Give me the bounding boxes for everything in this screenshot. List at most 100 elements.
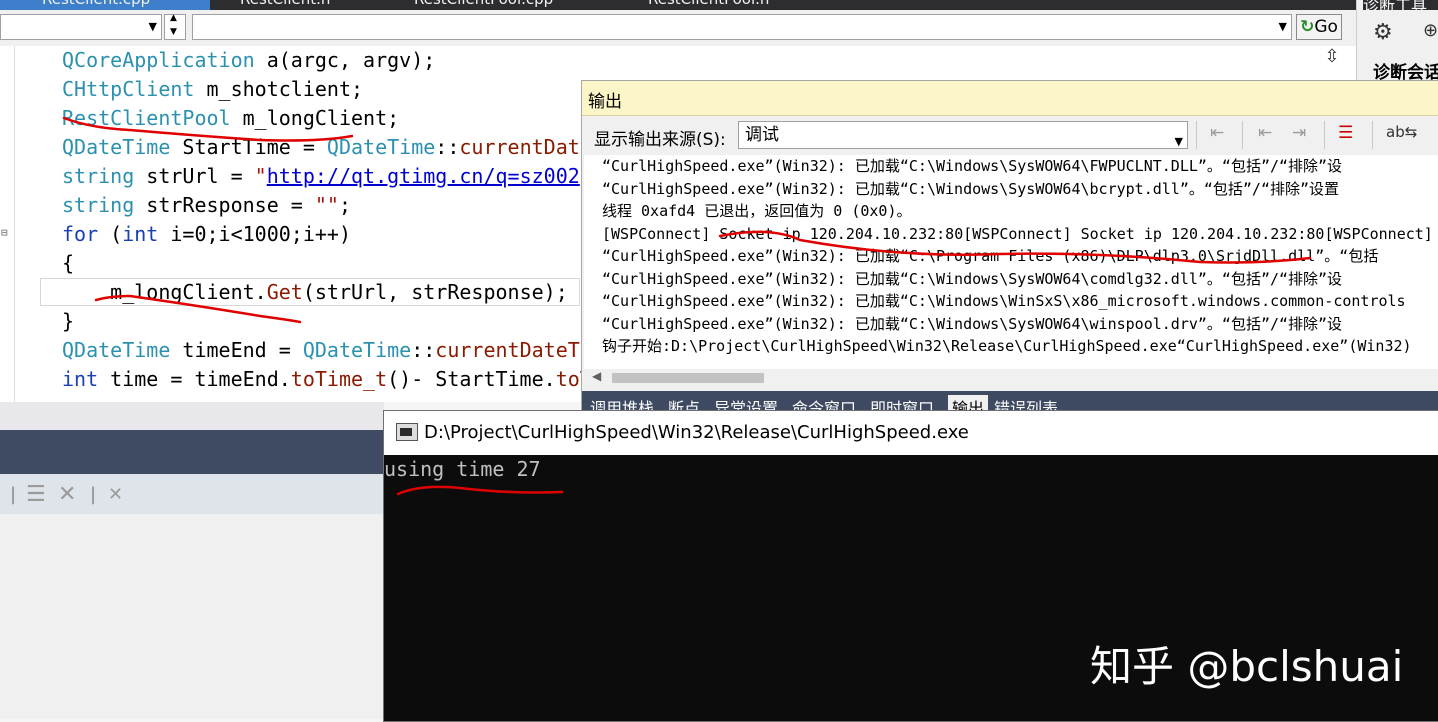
output-source-value: 调试 — [745, 125, 779, 145]
output-window: 输出 显示输出来源(S): 调试 ▼ ⇤ ⇤ ⇥ ☰ ab⇆ “CurlHighS… — [581, 80, 1438, 413]
separator: | — [90, 484, 97, 505]
code-token: currentDateTi — [435, 338, 592, 362]
collapse-icon[interactable]: ⊟ — [1, 226, 8, 239]
output-line: 钩子开始:D:\Project\CurlHighSpeed\Win32\Rele… — [602, 337, 1412, 355]
code-token: a(argc, argv); — [254, 48, 436, 72]
horizontal-scrollbar[interactable]: ◀ — [584, 369, 1438, 387]
code-line: string strResponse = ""; — [62, 191, 351, 220]
scrollbar-thumb[interactable] — [612, 373, 764, 383]
output-line: “CurlHighSpeed.exe”(Win32): 已加载“C:\Windo… — [602, 269, 1343, 288]
console-window: D:\Project\CurlHighSpeed\Win32\Release\C… — [383, 410, 1438, 722]
code-token: strResponse = — [134, 193, 315, 217]
editor-margin: ⊟ — [0, 46, 15, 402]
tab-restclient-h[interactable]: RestClient.h — [240, 0, 330, 8]
code-token: "" — [314, 193, 339, 217]
code-line: string strUrl = "http://qt.gtimg.cn/q=sz… — [62, 162, 580, 191]
code-token: time = timeEnd. — [98, 367, 291, 391]
code-token: :: — [411, 338, 436, 362]
clear-all-icon[interactable]: ☰ — [1338, 123, 1353, 143]
code-token: QDateTime — [62, 135, 171, 159]
output-line: “CurlHighSpeed.exe”(Win32): 已加载“C:\Windo… — [602, 292, 1406, 310]
code-token: m_shotclient; — [194, 77, 364, 101]
console-app-icon — [396, 423, 418, 441]
scroll-left-icon[interactable]: ◀ — [592, 369, 601, 383]
separator: | — [10, 484, 17, 505]
watermark: 知乎 @bclshuai — [1090, 642, 1404, 691]
chevron-down-icon: ▼ — [1278, 20, 1287, 33]
separator — [1242, 121, 1243, 149]
tab-restclientpool-cpp[interactable]: RestClientPool.cpp — [414, 0, 553, 8]
code-line: int time = timeEnd.toTime_t()- StartTime… — [62, 365, 592, 394]
code-token: ; — [338, 193, 352, 217]
previous-message-icon[interactable]: ⇤ — [1258, 123, 1272, 143]
code-line: RestClientPool m_longClient; — [62, 104, 399, 133]
arrow-down-icon: ▼ — [170, 27, 177, 37]
console-title: D:\Project\CurlHighSpeed\Win32\Release\C… — [424, 422, 969, 443]
find-message-icon[interactable]: ⇤ — [1210, 123, 1224, 143]
gear-icon[interactable]: ⚙ — [1373, 20, 1393, 45]
split-view-icon[interactable]: ⇳ — [1320, 46, 1344, 70]
code-token: QDateTime — [62, 338, 171, 362]
code-token: ()- StartTime. — [387, 367, 556, 391]
code-line: QDateTime StartTime = QDateTime::current… — [62, 133, 592, 162]
word-wrap-icon[interactable]: ab⇆ — [1386, 123, 1417, 141]
output-source-label: 显示输出来源(S): — [594, 130, 726, 150]
console-title-bar[interactable]: D:\Project\CurlHighSpeed\Win32\Release\C… — [384, 411, 1438, 455]
panel-title: 诊断工具 — [1363, 0, 1438, 10]
output-line: 线程 0xafd4 已退出，返回值为 0 (0x0)。 — [602, 202, 912, 220]
code-token: int — [62, 367, 99, 391]
arrow-up-icon: ▲ — [170, 13, 177, 23]
code-line: { — [62, 249, 74, 278]
lower-panel-strip — [0, 402, 384, 430]
document-tab-strip: RestClient.cpp RestClient.h RestClientPo… — [0, 0, 1356, 10]
code-token: } — [62, 309, 75, 333]
output-text-area[interactable]: “CurlHighSpeed.exe”(Win32): 已加载“C:\Windo… — [584, 155, 1438, 369]
code-token: toTime_t — [290, 367, 388, 391]
code-token: string — [62, 193, 135, 217]
code-token: RestClientPool — [62, 106, 231, 130]
code-token: CHttpClient — [62, 77, 195, 101]
separator — [1196, 121, 1197, 149]
code-token: { — [62, 251, 75, 275]
code-token: m_longClient. — [62, 280, 267, 304]
go-button[interactable]: ↻Go — [1296, 14, 1342, 40]
code-token: string — [62, 164, 135, 188]
chevron-down-icon: ▼ — [1174, 135, 1183, 148]
code-token: timeEnd = — [170, 338, 303, 362]
scope-dropdown[interactable]: ▼ — [0, 14, 162, 40]
code-token: :: — [435, 135, 460, 159]
go-arrow-icon: ↻ — [1300, 17, 1315, 37]
console-output: using time 27 — [384, 457, 541, 481]
code-token: (strUrl, strResponse); — [302, 280, 568, 304]
code-token: i=0;i<1000;i++) — [158, 222, 351, 246]
code-token: strUrl = — [134, 164, 255, 188]
code-token: Get — [266, 280, 303, 304]
next-message-icon[interactable]: ⇥ — [1292, 123, 1306, 143]
zoom-in-icon[interactable]: ⊕ — [1423, 20, 1438, 41]
output-title-bar[interactable]: 输出 — [582, 81, 1438, 116]
separator — [1372, 121, 1373, 149]
chevron-down-icon: ▼ — [148, 20, 157, 33]
member-dropdown[interactable]: ▼ — [192, 14, 1292, 40]
output-line: [WSPConnect] Socket ip 120.204.10.232:80… — [602, 224, 1433, 243]
output-line: “CurlHighSpeed.exe”(Win32): 已加载“C:\Windo… — [602, 314, 1343, 333]
code-line: for (int i=0;i<1000;i++) — [62, 220, 351, 249]
tab-restclientpool-h[interactable]: RestClientPool.h — [648, 0, 769, 8]
code-line: QCoreApplication a(argc, argv); — [62, 46, 435, 75]
close-icon[interactable]: ✕ — [58, 482, 76, 507]
code-line: QDateTime timeEnd = QDateTime::currentDa… — [62, 336, 592, 365]
code-token: int — [122, 222, 159, 246]
code-token: QDateTime — [326, 135, 436, 159]
delete-icon[interactable]: ✕ — [108, 484, 123, 505]
tab-restclient-cpp[interactable]: RestClient.cpp — [42, 0, 150, 8]
output-line: “CurlHighSpeed.exe”(Win32): 已加载“C:\Windo… — [602, 157, 1343, 175]
code-token[interactable]: http://qt.gtimg.cn/q=sz002 — [267, 164, 580, 188]
code-token: currentDate — [459, 135, 592, 159]
output-source-select[interactable]: 调试 ▼ — [738, 121, 1188, 149]
navigation-bar: ▼ ▲ ▼ ▼ ↻Go — [0, 10, 1356, 47]
spin-button[interactable]: ▲ ▼ — [164, 13, 186, 40]
code-token: " — [254, 164, 267, 188]
clear-list-icon[interactable]: ☰ — [26, 482, 46, 507]
output-line: “CurlHighSpeed.exe”(Win32): 已加载“C:\Progr… — [602, 247, 1379, 265]
code-token: StartTime = — [170, 135, 327, 159]
